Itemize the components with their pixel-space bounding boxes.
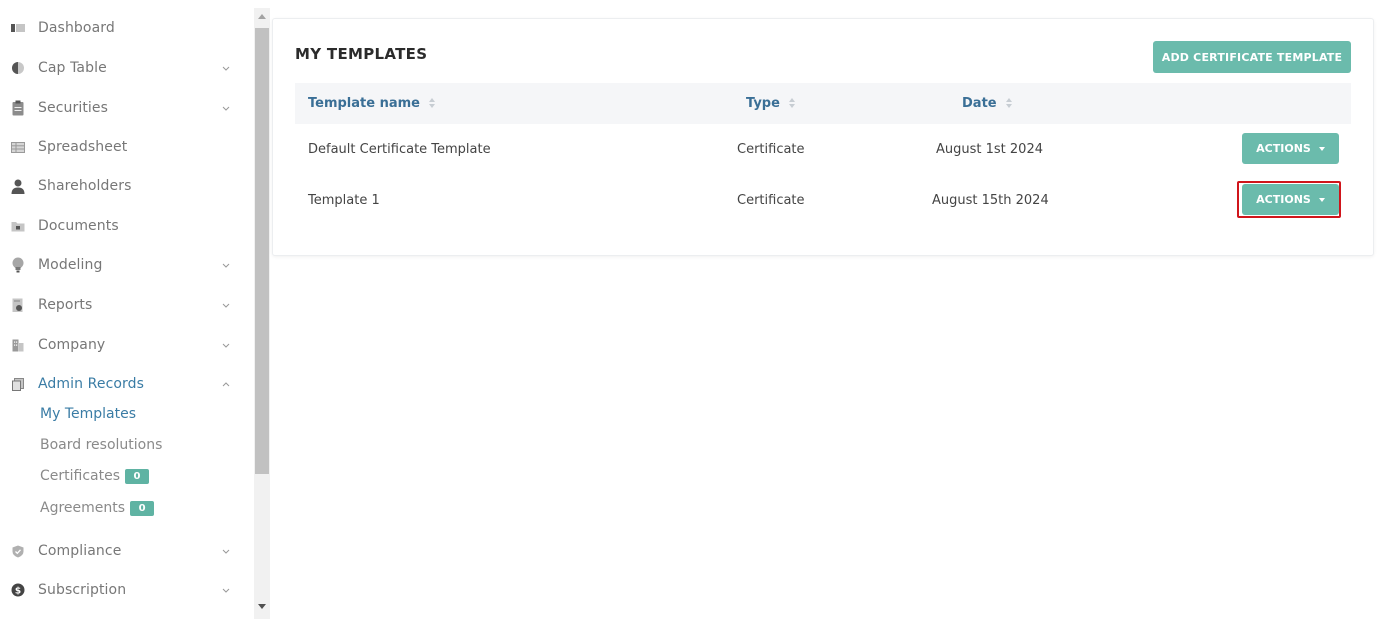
date-cell: August 15th 2024 (932, 192, 1049, 208)
sidebar-item-label: Subscription (38, 582, 127, 598)
subitem-label: Certificates (40, 468, 121, 484)
column-header-label: Date (962, 96, 997, 111)
column-header-label: Template name (308, 96, 420, 111)
chevron-up-icon[interactable] (221, 379, 231, 389)
sort-icon[interactable] (429, 98, 436, 109)
chevron-down-icon[interactable] (221, 300, 231, 310)
subitem-label: Board resolutions (40, 437, 163, 453)
column-header-type[interactable]: Type (746, 83, 796, 124)
shield-check-icon (10, 543, 26, 559)
sidebar-item-modeling[interactable]: Modeling (0, 246, 254, 284)
add-certificate-template-button[interactable]: ADD CERTIFICATE TEMPLATE (1153, 41, 1351, 73)
scroll-down-arrow-icon[interactable] (258, 604, 266, 609)
sidebar-item-shareholders[interactable]: Shareholders (0, 167, 254, 205)
column-header-label: Type (746, 96, 780, 111)
actions-dropdown-button[interactable]: ACTIONS (1242, 133, 1339, 164)
count-badge: 0 (130, 500, 155, 516)
caret-down-icon (1318, 146, 1325, 151)
dollar-circle-icon: $ (10, 582, 26, 598)
sidebar-item-spreadsheet[interactable]: Spreadsheet (0, 128, 254, 166)
sidebar: Dashboard Cap Table Securities Spreadshe… (0, 0, 254, 619)
actions-label: ACTIONS (1256, 142, 1311, 155)
sidebar-item-label: Dashboard (38, 20, 115, 36)
sort-icon[interactable] (788, 98, 796, 109)
type-cell: Certificate (737, 192, 805, 208)
pie-chart-icon (10, 60, 26, 76)
sidebar-subitem-board-resolutions[interactable]: Board resolutions (40, 433, 162, 457)
sidebar-item-securities[interactable]: Securities (0, 89, 254, 127)
chevron-down-icon[interactable] (221, 63, 231, 73)
subitem-label: My Templates (40, 406, 136, 422)
user-icon (10, 178, 26, 194)
sidebar-item-label: Company (38, 337, 106, 353)
chevron-down-icon[interactable] (221, 585, 231, 595)
sidebar-item-label: Securities (38, 100, 109, 116)
count-badge: 0 (125, 468, 150, 484)
actions-dropdown-button[interactable]: ACTIONS (1242, 184, 1339, 215)
report-icon (10, 297, 26, 313)
chevron-down-icon[interactable] (221, 103, 231, 113)
templates-card: MY TEMPLATES ADD CERTIFICATE TEMPLATE Te… (272, 18, 1374, 256)
column-header-date[interactable]: Date (962, 83, 1013, 124)
sidebar-item-reports[interactable]: Reports (0, 286, 254, 324)
table-row: Template 1 Certificate August 15th 2024 … (295, 175, 1351, 225)
sidebar-item-subscription[interactable]: $ Subscription (0, 571, 254, 609)
sidebar-item-label: Cap Table (38, 60, 107, 76)
type-cell: Certificate (737, 141, 805, 157)
caret-down-icon (1318, 197, 1325, 202)
sidebar-subitem-agreements[interactable]: Agreements 0 (40, 496, 155, 520)
spreadsheet-icon (10, 139, 26, 155)
folder-icon (10, 218, 26, 234)
lightbulb-icon (10, 257, 26, 273)
template-name-cell: Default Certificate Template (308, 141, 491, 157)
template-name-cell: Template 1 (308, 192, 380, 208)
chevron-down-icon[interactable] (221, 260, 231, 270)
subitem-label: Agreements (40, 500, 126, 516)
sort-icon[interactable] (1005, 98, 1013, 109)
sidebar-item-dashboard[interactable]: Dashboard (0, 9, 254, 47)
chevron-down-icon[interactable] (221, 340, 231, 350)
column-header-template-name[interactable]: Template name (308, 83, 436, 124)
sidebar-scrollbar[interactable] (254, 8, 270, 619)
sidebar-item-company[interactable]: Company (0, 326, 254, 364)
sidebar-item-compliance[interactable]: Compliance (0, 532, 254, 570)
actions-label: ACTIONS (1256, 193, 1311, 206)
sidebar-item-label: Admin Records (38, 376, 145, 392)
dashboard-icon (10, 20, 26, 36)
building-icon (10, 337, 26, 353)
sidebar-item-label: Compliance (38, 543, 122, 559)
sidebar-subitem-certificates[interactable]: Certificates 0 (40, 464, 150, 488)
clipboard-icon (10, 100, 26, 116)
scrollbar-thumb[interactable] (255, 28, 269, 474)
page-title: MY TEMPLATES (295, 45, 428, 63)
app-root: Dashboard Cap Table Securities Spreadshe… (0, 0, 1378, 619)
sidebar-item-label: Shareholders (38, 178, 132, 194)
scroll-up-arrow-icon[interactable] (258, 14, 266, 19)
sidebar-item-label: Spreadsheet (38, 139, 128, 155)
admin-records-icon (10, 376, 26, 392)
sidebar-item-admin-records[interactable]: Admin Records (0, 365, 254, 403)
sidebar-item-documents[interactable]: Documents (0, 207, 254, 245)
table-row: Default Certificate Template Certificate… (295, 124, 1351, 174)
sidebar-item-label: Modeling (38, 257, 103, 273)
sidebar-item-label: Documents (38, 218, 119, 234)
chevron-down-icon[interactable] (221, 546, 231, 556)
svg-text:$: $ (15, 587, 21, 597)
sidebar-subitem-my-templates[interactable]: My Templates (40, 402, 136, 426)
sidebar-item-label: Reports (38, 297, 93, 313)
sidebar-item-cap-table[interactable]: Cap Table (0, 49, 254, 87)
date-cell: August 1st 2024 (936, 141, 1043, 157)
table-header: Template name Type Date (295, 83, 1351, 124)
